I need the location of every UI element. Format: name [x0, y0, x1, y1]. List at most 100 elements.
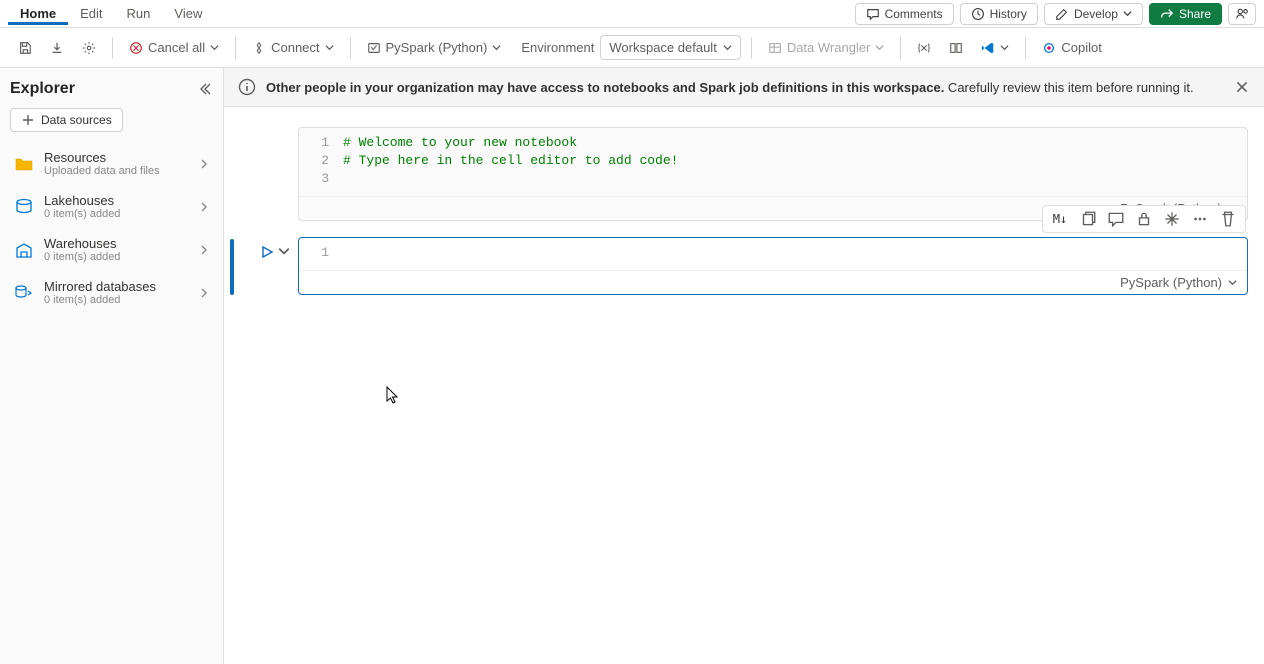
cell-language-label[interactable]: PySpark (Python) [1120, 275, 1222, 290]
separator [112, 37, 113, 59]
markdown-toggle-icon[interactable]: M↓ [1051, 210, 1069, 228]
code-editor[interactable] [343, 244, 1247, 262]
vscode-button[interactable] [975, 36, 1015, 60]
outline-icon [949, 41, 963, 55]
sidebar-item-sub: 0 item(s) added [44, 208, 189, 220]
info-icon [238, 78, 256, 96]
environment-select[interactable]: Workspace default [600, 35, 740, 60]
chevron-down-icon[interactable] [1228, 278, 1237, 287]
sidebar-item-label: Mirrored databases [44, 279, 189, 294]
code-cell[interactable]: 1 PySpark (Python) [298, 237, 1248, 295]
chevron-down-icon [1123, 9, 1132, 18]
sidebar-item-sub: Uploaded data and files [44, 165, 189, 177]
sidebar-item-label: Warehouses [44, 236, 189, 251]
outline-button[interactable] [943, 36, 969, 60]
save-button[interactable] [12, 36, 38, 60]
separator [235, 37, 236, 59]
download-button[interactable] [44, 36, 70, 60]
settings-button[interactable] [76, 36, 102, 60]
person-icon [1235, 7, 1249, 21]
menu-tab-home[interactable]: Home [8, 2, 68, 25]
cancel-all-label: Cancel all [148, 40, 205, 55]
table-icon [768, 41, 782, 55]
collapse-sidebar-icon[interactable] [197, 81, 213, 97]
data-wrangler-label: Data Wrangler [787, 40, 871, 55]
copilot-button[interactable]: Copilot [1036, 35, 1107, 60]
line-numbers: 1 [299, 244, 343, 262]
run-options-icon[interactable] [278, 245, 290, 257]
explorer-sidebar: Explorer Data sources Resources Uploaded… [0, 68, 224, 664]
data-sources-button[interactable]: Data sources [10, 108, 123, 132]
pencil-icon [1055, 7, 1069, 21]
more-cell-icon[interactable] [1191, 210, 1209, 228]
menu-tab-view[interactable]: View [162, 2, 214, 25]
chevron-down-icon [1000, 43, 1009, 52]
comment-icon [866, 7, 880, 21]
language-select[interactable]: PySpark (Python) [361, 35, 508, 60]
chevron-down-icon [325, 43, 334, 52]
delete-cell-icon[interactable] [1219, 210, 1237, 228]
warehouse-icon [14, 240, 34, 260]
separator [751, 37, 752, 59]
chevron-right-icon [199, 245, 209, 255]
language-icon [367, 41, 381, 55]
share-label: Share [1179, 7, 1211, 21]
sidebar-item-warehouses[interactable]: Warehouses 0 item(s) added [10, 228, 213, 271]
sidebar-item-lakehouses[interactable]: Lakehouses 0 item(s) added [10, 185, 213, 228]
chevron-down-icon [492, 43, 501, 52]
folder-icon [14, 154, 34, 174]
download-icon [50, 41, 64, 55]
run-cell-icon[interactable] [260, 245, 274, 259]
copilot-icon [1042, 41, 1056, 55]
mirror-icon [14, 283, 34, 303]
sidebar-item-mirrored-databases[interactable]: Mirrored databases 0 item(s) added [10, 271, 213, 314]
gear-icon [82, 41, 96, 55]
lock-cell-icon[interactable] [1135, 210, 1153, 228]
language-label: PySpark (Python) [386, 40, 488, 55]
cancel-icon [129, 41, 143, 55]
cell-toolbar: M↓ [1042, 205, 1246, 233]
environment-label: Environment [521, 40, 594, 55]
banner-text: Other people in your organization may ha… [266, 80, 1224, 95]
save-icon [18, 41, 32, 55]
comments-button[interactable]: Comments [855, 3, 954, 25]
copilot-label: Copilot [1061, 40, 1101, 55]
connect-label: Connect [271, 40, 319, 55]
info-banner: Other people in your organization may ha… [224, 68, 1264, 107]
cancel-all-button[interactable]: Cancel all [123, 35, 225, 60]
develop-label: Develop [1074, 7, 1118, 21]
collaborator-button[interactable] [1228, 3, 1256, 25]
history-icon [971, 7, 985, 21]
separator [1025, 37, 1026, 59]
menu-tab-run[interactable]: Run [115, 2, 163, 25]
close-banner-icon[interactable] [1234, 79, 1250, 95]
develop-button[interactable]: Develop [1044, 3, 1143, 25]
chevron-down-icon [210, 43, 219, 52]
copy-cell-icon[interactable] [1079, 210, 1097, 228]
freeze-cell-icon[interactable] [1163, 210, 1181, 228]
sidebar-item-label: Resources [44, 150, 189, 165]
variables-button[interactable] [911, 36, 937, 60]
share-button[interactable]: Share [1149, 3, 1222, 25]
sidebar-item-resources[interactable]: Resources Uploaded data and files [10, 142, 213, 185]
vscode-icon [981, 41, 995, 55]
history-button[interactable]: History [960, 3, 1038, 25]
chevron-right-icon [199, 202, 209, 212]
lakehouse-icon [14, 197, 34, 217]
connect-button[interactable]: Connect [246, 35, 339, 60]
menu-tab-edit[interactable]: Edit [68, 2, 114, 25]
history-label: History [990, 7, 1027, 21]
chevron-right-icon [199, 288, 209, 298]
data-wrangler-button[interactable]: Data Wrangler [762, 35, 891, 60]
comments-label: Comments [885, 7, 943, 21]
sidebar-title: Explorer [10, 80, 75, 98]
code-editor[interactable]: # Welcome to your new notebook # Type he… [343, 134, 1247, 188]
plus-icon [21, 113, 35, 127]
connect-icon [252, 41, 266, 55]
chevron-down-icon [723, 43, 732, 52]
comment-cell-icon[interactable] [1107, 210, 1125, 228]
chevron-right-icon [199, 159, 209, 169]
chevron-down-icon [875, 43, 884, 52]
data-sources-label: Data sources [41, 113, 112, 127]
sidebar-item-label: Lakehouses [44, 193, 189, 208]
